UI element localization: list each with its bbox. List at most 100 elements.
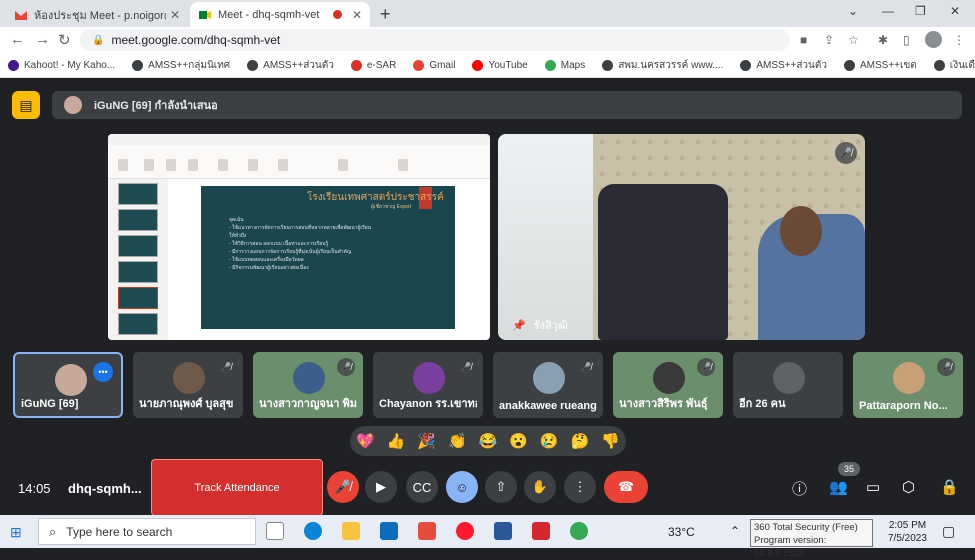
track-attendance-button[interactable]: Track Attendance [151,459,323,516]
participant-tile[interactable]: 🎤̸ นางสาวกาญจนา พิมพ์ [253,352,363,418]
share-icon[interactable]: ⇪ [824,33,834,47]
reaction-emoji[interactable]: 😮 [509,432,528,450]
raise-hand-icon[interactable]: ✋ [524,471,556,503]
participant-tile[interactable]: 🎤̸ Chayanon รร.เขาทองฯ [373,352,483,418]
window-light [498,134,593,340]
mail-icon[interactable] [380,522,398,540]
participant-name: นายภาณุพงศ์ บุลสุข [139,398,234,410]
presentation-icon[interactable]: ▤ [12,91,40,119]
close-window-button[interactable]: ✕ [950,4,960,18]
word-icon[interactable] [494,522,512,540]
avatar [55,364,87,396]
tab-meet[interactable]: Meet - dhq-sqmh-vet ✕ [190,2,370,27]
forward-button[interactable]: → [35,31,50,48]
reaction-emoji[interactable]: 😢 [540,432,559,450]
bookmarks-bar: Kahoot! - My Kaho... AMSS++กลุ่มนิเทศ AMSS… [0,54,975,78]
chrome-icon[interactable] [570,522,588,540]
camera-icon[interactable]: ■ [800,33,807,47]
avatar [653,362,685,394]
address-bar[interactable]: 🔒 meet.google.com/dhq-sqmh-vet [80,29,790,51]
profile-avatar[interactable] [925,31,942,48]
participant-tile[interactable]: 🎤̸ นายภาณุพงศ์ บุลสุข [133,352,243,418]
present-screen-icon[interactable]: ⇧ [485,471,517,503]
back-button[interactable]: ← [10,31,25,48]
bookmark-favicon-icon [544,60,556,71]
taskbar-search[interactable]: ⌕ Type here to search [38,518,256,545]
more-menu-icon[interactable]: ⋮ [953,33,965,47]
reaction-emoji[interactable]: 🤔 [571,432,590,450]
acrobat-icon[interactable] [532,522,550,540]
chevron-down-icon[interactable]: ⌄ [848,4,858,18]
bookmark-favicon-icon [247,60,259,71]
tray-tooltip: 360 Total Security (Free) Program versio… [750,519,873,559]
participant-tile[interactable]: 🎤̸ anakkawee rueangsri [493,352,603,418]
info-icon[interactable]: ⓘ [792,478,807,499]
ribbon-icon [278,159,288,171]
system-clock[interactable]: 2:05 PM 7/5/2023 [888,519,927,545]
bookmark-item[interactable]: AMSS++ส่วนตัว [247,58,334,73]
bookmark-item[interactable]: AMSS++เขต [844,58,917,73]
chat-icon[interactable]: ▭ [866,478,880,496]
bookmark-favicon-icon [8,60,19,71]
ribbon-icon [218,159,228,171]
reaction-emoji[interactable]: 👎 [601,432,620,450]
pinned-camera-feed[interactable]: 🎤̸ 📌 รังสิวุฒิ [498,134,865,340]
participant-tile[interactable]: 🎤̸ นางสาวสิริพร พันธุ์ [613,352,723,418]
host-controls-icon[interactable]: 🔒 [940,478,959,496]
reaction-emoji[interactable]: 🎉 [417,432,436,450]
participant-tile[interactable]: ••• iGuNG [69] [13,352,123,418]
restore-button[interactable]: ❐ [915,4,926,18]
extensions-icon[interactable]: ✱ [878,33,888,47]
close-tab-icon[interactable]: ✕ [170,8,180,22]
more-options-icon[interactable]: ⋮ [564,471,596,503]
people-icon[interactable]: 👥 [829,478,848,496]
bookmark-item[interactable]: AMSS++ส่วนตัว [740,58,827,73]
reaction-emoji[interactable]: 👏 [448,432,467,450]
reaction-emoji[interactable]: 😂 [479,432,498,450]
participant-name: อีก 26 คน [739,398,786,410]
chevron-up-icon[interactable]: ⌃ [730,524,740,538]
reload-button[interactable]: ↻ [58,31,71,49]
people-count-badge: 35 [838,462,860,476]
close-tab-icon[interactable]: ✕ [352,8,362,22]
gmail-icon [14,8,28,22]
task-view-icon[interactable] [266,522,284,540]
notification-icon[interactable]: ▢ [942,523,955,540]
leave-call-button[interactable]: ☎ [604,471,648,503]
emoji-reaction-icon[interactable]: ☺ [446,471,478,503]
bookmark-item[interactable]: สพม.นครสวรรค์ www.... [602,58,723,73]
mic-off-icon: 🎤̸ [337,358,355,376]
edge-icon[interactable] [304,522,322,540]
tab-gmail[interactable]: ห้องประชุม Meet - p.noigor@gmail.com ✕ [6,2,188,27]
mic-off-icon[interactable]: 🎤̸ [327,471,359,503]
avatar [173,362,205,394]
activities-icon[interactable]: ⬡ [902,478,915,496]
participant-tile[interactable]: 🎤̸ Pattaraporn No... [853,352,963,418]
wps-office-icon[interactable] [418,522,436,540]
new-tab-button[interactable]: + [380,4,391,25]
slide-body: จุดเน้น - ใช้แนวทางการจัดการเรียนการสอนที… [229,216,371,272]
reaction-emoji[interactable]: 👍 [387,432,406,450]
bookmark-item[interactable]: YouTube [472,60,528,71]
bookmark-item[interactable]: e-SAR [350,60,396,71]
weather-temperature[interactable]: 33°C [668,525,695,539]
bookmark-item[interactable]: AMSS++กลุ่มนิเทศ [132,58,230,73]
windows-start-icon[interactable]: ⊞ [10,524,22,541]
opera-icon[interactable] [456,522,474,540]
clock-date: 7/5/2023 [888,533,927,544]
side-panel-icon[interactable]: ▯ [903,33,910,47]
camera-button[interactable]: ▶ [365,471,397,503]
reaction-emoji[interactable]: 💖 [356,432,375,450]
captions-icon[interactable]: CC [406,471,438,503]
bookmark-item[interactable]: Gmail [413,60,455,71]
file-explorer-icon[interactable] [342,522,360,540]
bookmark-item[interactable]: Maps [544,60,585,71]
bookmark-star-icon[interactable]: ☆ [848,33,859,47]
bookmark-item[interactable]: Kahoot! - My Kaho... [8,60,115,71]
minimize-button[interactable]: — [882,4,894,18]
ppt-title-bar [108,134,490,145]
slide-thumbnail [118,261,158,283]
avatar [773,362,805,394]
participant-tile[interactable]: อีก 26 คน [733,352,843,418]
bookmark-item[interactable]: เงินเดือน [933,58,975,73]
